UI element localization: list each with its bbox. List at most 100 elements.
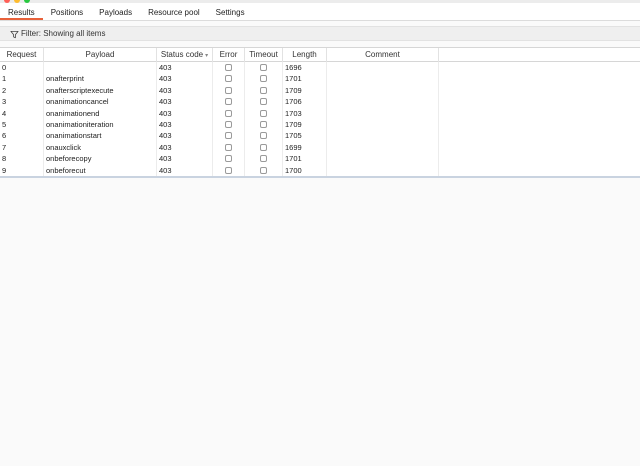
table-row[interactable]: 2 onafterscriptexecute 403 1709 — [0, 84, 640, 97]
tab-payloads[interactable]: Payloads — [91, 3, 140, 20]
timeout-checkbox[interactable] — [260, 132, 267, 140]
table-row[interactable]: 7 onauxclick 403 1699 — [0, 141, 640, 154]
table-header: Request Payload Status code ▾ Error Timeo… — [0, 47, 640, 62]
table-row[interactable]: 5 onanimationiteration 403 1709 — [0, 118, 640, 131]
sort-descending-icon: ▾ — [205, 53, 209, 59]
header-payload[interactable]: Payload — [44, 48, 157, 62]
cell-request: 1 — [0, 73, 44, 85]
cell-status: 403 — [157, 62, 213, 74]
cell-request: 2 — [0, 84, 44, 97]
cell-timeout — [245, 164, 283, 176]
cell-status: 403 — [157, 153, 213, 165]
error-checkbox[interactable] — [225, 86, 232, 94]
table-row[interactable]: 9 onbeforecut 403 1700 — [0, 164, 640, 176]
timeout-checkbox[interactable] — [260, 64, 267, 71]
error-checkbox[interactable] — [225, 132, 232, 140]
cell-payload: onafterscriptexecute — [44, 84, 157, 97]
cell-request: 7 — [0, 141, 44, 154]
error-checkbox[interactable] — [225, 75, 232, 83]
cell-request: 5 — [0, 118, 44, 131]
cell-comment — [327, 62, 439, 74]
error-checkbox[interactable] — [225, 64, 232, 71]
error-checkbox[interactable] — [225, 143, 232, 151]
cell-length: 1705 — [283, 130, 327, 142]
table-bottom-border — [0, 175, 640, 178]
cell-error — [213, 96, 245, 108]
table-row[interactable]: 8 onbeforecopy 403 1701 — [0, 153, 640, 165]
header-status-code[interactable]: Status code ▾ — [157, 48, 213, 62]
cell-request: 4 — [0, 107, 44, 119]
filter-bar[interactable]: Filter: Showing all items — [0, 26, 640, 41]
error-checkbox[interactable] — [225, 120, 232, 128]
cell-length: 1699 — [283, 141, 327, 154]
cell-comment — [327, 153, 439, 165]
tab-settings[interactable]: Settings — [208, 3, 253, 20]
timeout-checkbox[interactable] — [260, 120, 267, 128]
cell-comment — [327, 107, 439, 119]
timeout-checkbox[interactable] — [260, 86, 267, 94]
cell-request: 6 — [0, 130, 44, 142]
error-checkbox[interactable] — [225, 166, 232, 174]
cell-status: 403 — [157, 73, 213, 85]
timeout-checkbox[interactable] — [260, 98, 267, 106]
cell-request: 8 — [0, 153, 44, 165]
cell-timeout — [245, 107, 283, 119]
table-row[interactable]: 0 403 1696 — [0, 62, 640, 74]
cell-payload: onafterprint — [44, 73, 157, 85]
cell-status: 403 — [157, 118, 213, 131]
filter-label: Filter: Showing all items — [21, 29, 106, 38]
cell-comment — [327, 141, 439, 154]
cell-status: 403 — [157, 84, 213, 97]
cell-error — [213, 73, 245, 85]
cell-timeout — [245, 73, 283, 85]
cell-status: 403 — [157, 130, 213, 142]
cell-comment — [327, 73, 439, 85]
header-timeout[interactable]: Timeout — [245, 48, 283, 62]
error-checkbox[interactable] — [225, 155, 232, 163]
cell-length: 1701 — [283, 153, 327, 165]
cell-payload: onbeforecopy — [44, 153, 157, 165]
timeout-checkbox[interactable] — [260, 155, 267, 163]
timeout-checkbox[interactable] — [260, 75, 267, 83]
header-error[interactable]: Error — [213, 48, 245, 62]
tab-positions[interactable]: Positions — [43, 3, 91, 20]
timeout-checkbox[interactable] — [260, 166, 267, 174]
cell-comment — [327, 130, 439, 142]
cell-timeout — [245, 153, 283, 165]
table-row[interactable]: 6 onanimationstart 403 1705 — [0, 130, 640, 142]
cell-length: 1709 — [283, 118, 327, 131]
timeout-checkbox[interactable] — [260, 109, 267, 117]
timeout-checkbox[interactable] — [260, 143, 267, 151]
cell-timeout — [245, 118, 283, 131]
cell-error — [213, 141, 245, 154]
error-checkbox[interactable] — [225, 109, 232, 117]
cell-request: 3 — [0, 96, 44, 108]
table-row[interactable]: 3 onanimationcancel 403 1706 — [0, 96, 640, 108]
cell-length: 1696 — [283, 62, 327, 74]
cell-comment — [327, 164, 439, 176]
cell-request: 0 — [0, 62, 44, 74]
tab-resource-pool[interactable]: Resource pool — [140, 3, 208, 20]
cell-length: 1703 — [283, 107, 327, 119]
cell-request: 9 — [0, 164, 44, 176]
tab-results[interactable]: Results — [0, 3, 43, 20]
cell-timeout — [245, 84, 283, 97]
header-request[interactable]: Request — [0, 48, 44, 62]
cell-error — [213, 130, 245, 142]
cell-payload: onanimationcancel — [44, 96, 157, 108]
cell-payload: onanimationstart — [44, 130, 157, 142]
cell-status: 403 — [157, 107, 213, 119]
table-row[interactable]: 4 onanimationend 403 1703 — [0, 107, 640, 119]
cell-error — [213, 84, 245, 97]
cell-error — [213, 164, 245, 176]
header-length[interactable]: Length — [283, 48, 327, 62]
cell-status: 403 — [157, 141, 213, 154]
tab-bar: Results Positions Payloads Resource pool… — [0, 3, 640, 21]
error-checkbox[interactable] — [225, 98, 232, 106]
cell-length: 1709 — [283, 84, 327, 97]
header-comment[interactable]: Comment — [327, 48, 439, 62]
cell-length: 1706 — [283, 96, 327, 108]
cell-length: 1701 — [283, 73, 327, 85]
cell-comment — [327, 96, 439, 108]
table-row[interactable]: 1 onafterprint 403 1701 — [0, 73, 640, 85]
